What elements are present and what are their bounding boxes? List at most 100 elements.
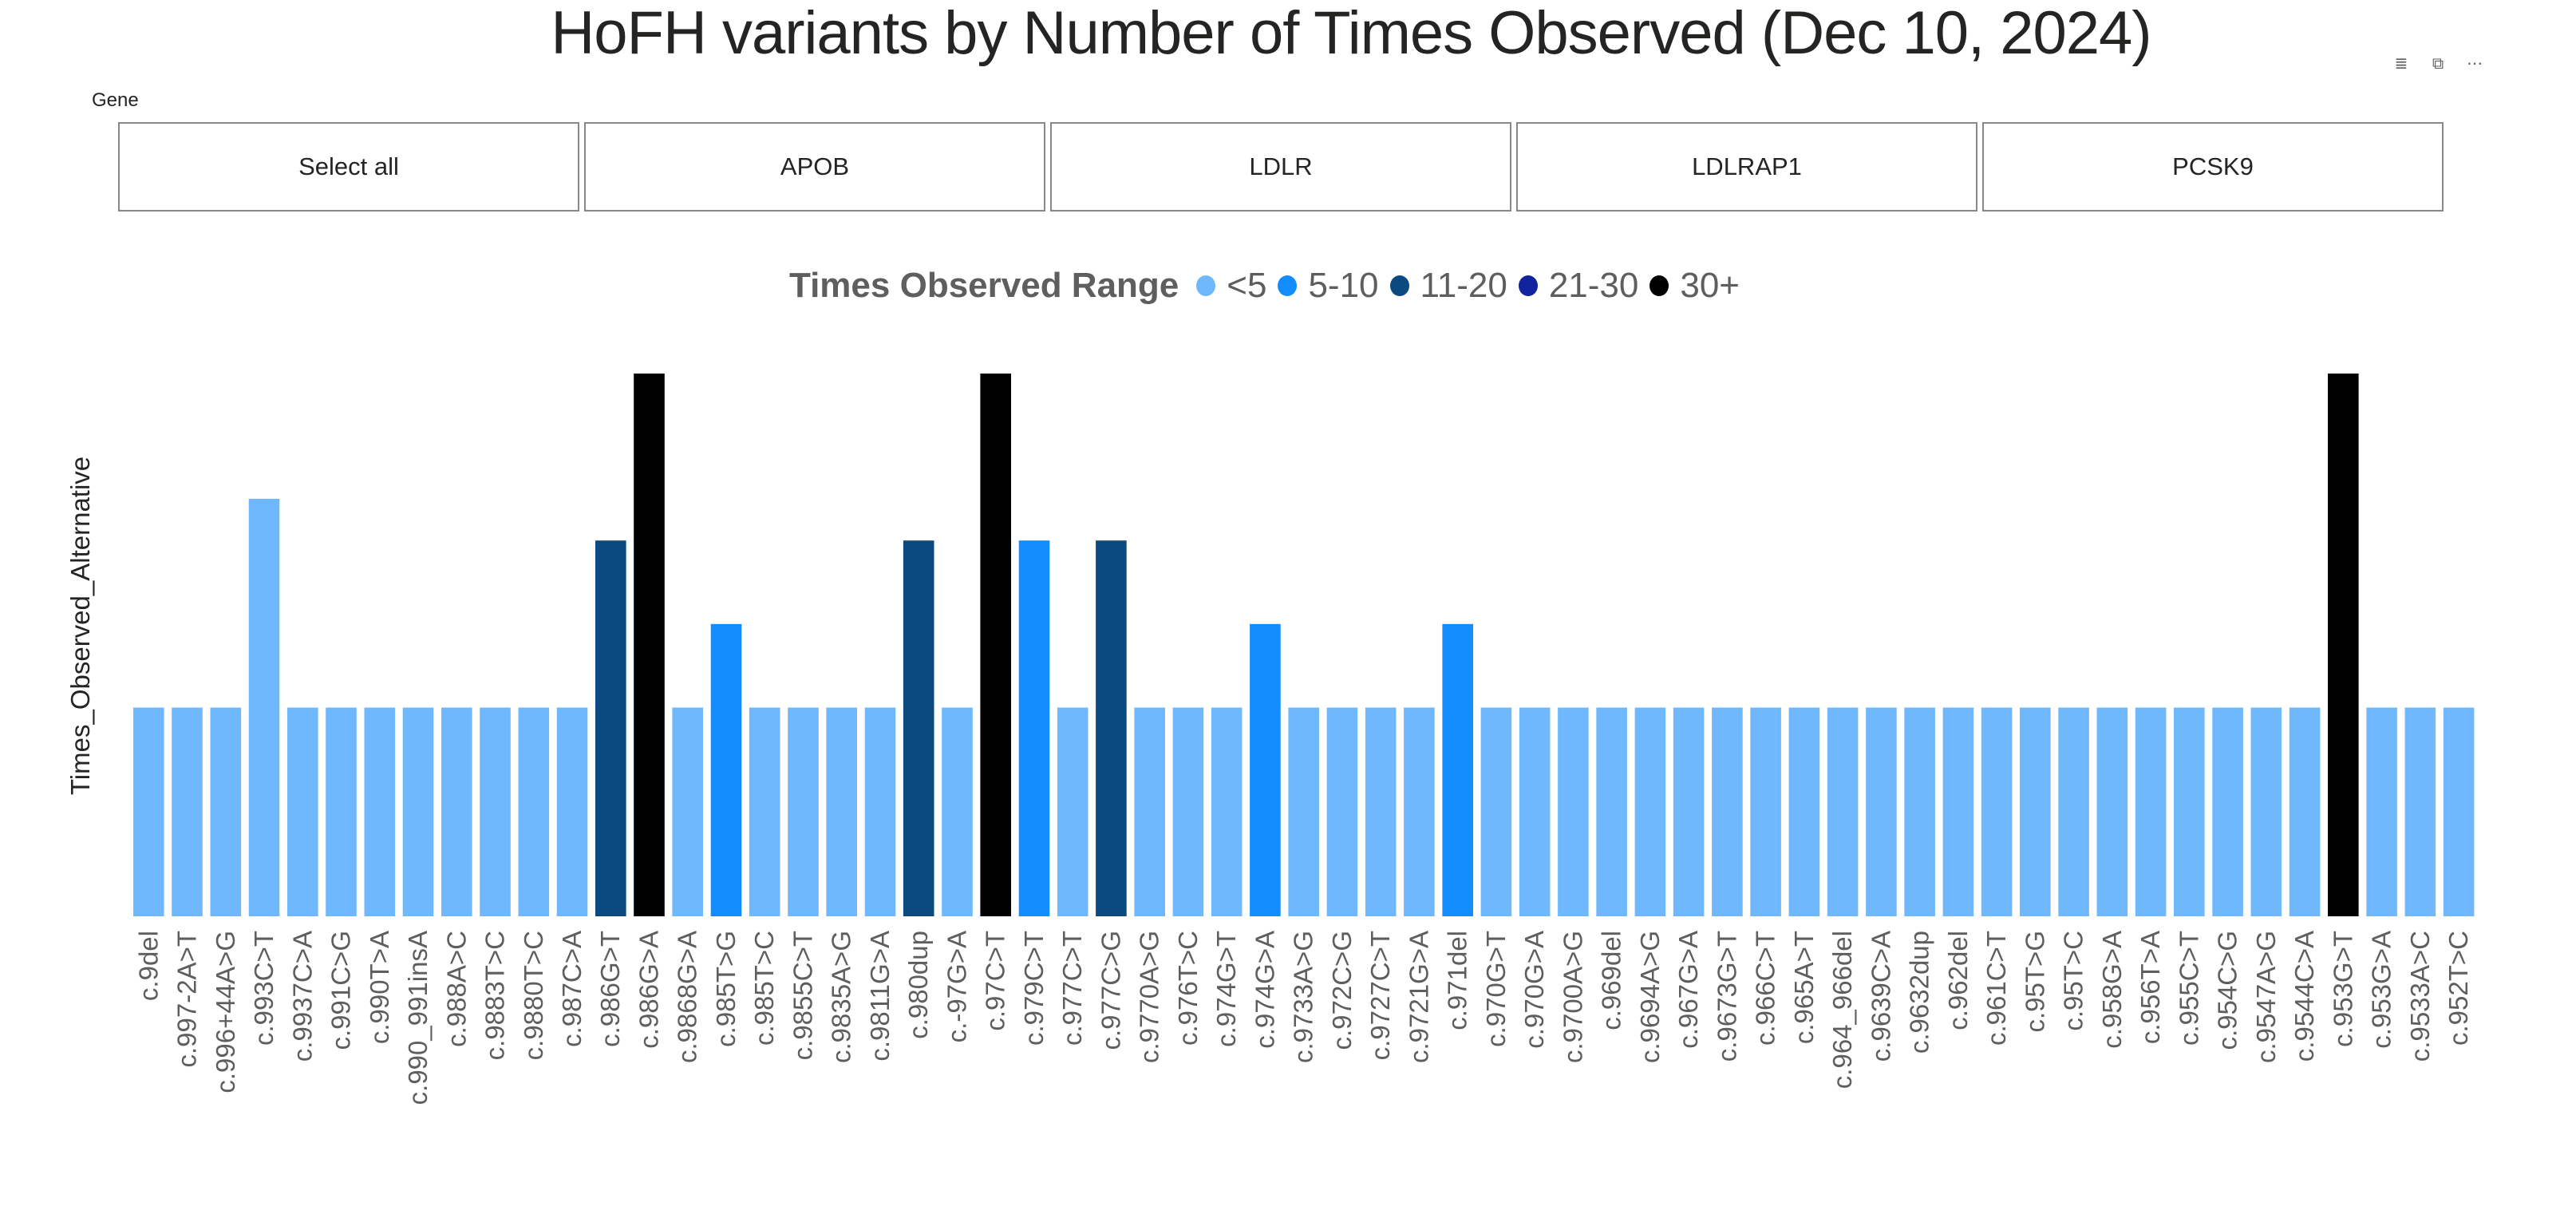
- bar[interactable]: [1288, 707, 1319, 917]
- x-tick-label: c.953G>T: [2328, 931, 2357, 1047]
- bar[interactable]: [2135, 707, 2167, 917]
- bar[interactable]: [1172, 707, 1204, 917]
- x-tick-label: c.993C>T: [249, 931, 279, 1046]
- x-tick-label: c.967G>A: [1673, 931, 1703, 1049]
- x-tick-label: c.9632dup: [1905, 931, 1934, 1054]
- x-tick-label: c.9533A>C: [2405, 931, 2435, 1062]
- bar[interactable]: [2443, 707, 2475, 917]
- bar[interactable]: [518, 707, 550, 917]
- x-tick-label: c.985T>G: [711, 931, 741, 1047]
- bar[interactable]: [942, 707, 973, 917]
- bar[interactable]: [556, 707, 588, 917]
- x-tick-label: c.969del: [1597, 931, 1626, 1030]
- bar[interactable]: [1442, 623, 1473, 916]
- bar[interactable]: [749, 707, 780, 917]
- bar[interactable]: [595, 540, 626, 916]
- bar[interactable]: [1018, 540, 1050, 916]
- bar[interactable]: [133, 707, 164, 917]
- x-tick-label: c.990T>A: [365, 931, 394, 1044]
- bar[interactable]: [634, 374, 665, 916]
- x-tick-label: c.962del: [1943, 931, 1973, 1030]
- bar[interactable]: [788, 707, 819, 917]
- bar[interactable]: [1827, 707, 1859, 917]
- bar[interactable]: [980, 374, 1011, 916]
- bar[interactable]: [1096, 540, 1127, 916]
- bar[interactable]: [480, 707, 511, 917]
- bar[interactable]: [287, 707, 318, 917]
- bar[interactable]: [1480, 707, 1512, 917]
- x-tick-label: c.-97G>A: [942, 931, 972, 1042]
- x-tick-label: c.9544C>A: [2290, 931, 2319, 1062]
- bar[interactable]: [2096, 707, 2128, 917]
- x-tick-label: c.95T>G: [2020, 931, 2049, 1032]
- x-tick-label: c.9694A>G: [1635, 931, 1665, 1063]
- bar[interactable]: [2058, 707, 2089, 917]
- bar[interactable]: [710, 623, 742, 916]
- x-tick-label: c.954C>G: [2213, 931, 2242, 1050]
- x-tick-label: c.9727C>T: [1365, 931, 1395, 1060]
- bar[interactable]: [248, 498, 280, 916]
- x-tick-label: c.977C>T: [1057, 931, 1087, 1046]
- x-tick-label: c.985T>C: [749, 931, 779, 1046]
- x-tick-label: c.971del: [1443, 931, 1472, 1030]
- bar[interactable]: [1866, 707, 1897, 917]
- x-tick-label: c.953G>A: [2367, 931, 2396, 1049]
- bar[interactable]: [826, 707, 857, 917]
- bar[interactable]: [1942, 707, 1974, 917]
- x-tick-label: c.988A>C: [441, 931, 471, 1047]
- x-tick-label: c.955C>T: [2174, 931, 2203, 1046]
- bar[interactable]: [402, 707, 434, 917]
- bar[interactable]: [2366, 707, 2397, 917]
- bar[interactable]: [1211, 707, 1243, 917]
- bar[interactable]: [672, 707, 703, 917]
- x-tick-label: c.974G>T: [1211, 931, 1241, 1047]
- bar[interactable]: [1596, 707, 1627, 917]
- bar[interactable]: [1134, 707, 1165, 917]
- bar[interactable]: [364, 707, 396, 917]
- bar[interactable]: [2328, 374, 2359, 916]
- bar[interactable]: [903, 540, 934, 916]
- x-tick-label: c.9673G>T: [1712, 931, 1741, 1062]
- bar[interactable]: [1057, 707, 1088, 917]
- x-tick-label: c.97C>T: [981, 931, 1010, 1031]
- bar[interactable]: [326, 707, 357, 917]
- bar[interactable]: [864, 707, 896, 917]
- x-tick-label: c.9880T>C: [519, 931, 548, 1060]
- x-tick-label: c.991C>G: [326, 931, 356, 1050]
- x-tick-label: c.996+44A>G: [211, 931, 240, 1093]
- x-tick-label: c.952T>C: [2444, 931, 2473, 1046]
- bar[interactable]: [1981, 707, 2013, 917]
- x-tick-label: c.990_991insA: [403, 931, 433, 1105]
- x-tick-label: c.979C>T: [1019, 931, 1049, 1046]
- x-tick-label: c.9811G>A: [865, 931, 895, 1062]
- bar[interactable]: [1365, 707, 1397, 917]
- bar[interactable]: [1519, 707, 1551, 917]
- x-tick-label: c.9855C>T: [788, 931, 818, 1060]
- bar[interactable]: [1404, 707, 1435, 917]
- x-tick-label: c.9721G>A: [1404, 931, 1433, 1063]
- bar[interactable]: [2289, 707, 2321, 917]
- x-tick-label: c.9883T>C: [480, 931, 510, 1060]
- bar[interactable]: [2174, 707, 2205, 917]
- bar[interactable]: [2020, 707, 2051, 917]
- bar[interactable]: [1326, 707, 1358, 917]
- x-tick-label: c.95T>C: [2059, 931, 2088, 1031]
- x-tick-label: c.966C>T: [1751, 931, 1780, 1046]
- x-axis-ticks: c.9del c.997-2A>T c.996+44A>G c.993C>T c.993…: [133, 931, 2473, 1105]
- bar[interactable]: [1712, 707, 1743, 917]
- bar[interactable]: [1634, 707, 1666, 917]
- bar[interactable]: [1750, 707, 1781, 917]
- bar[interactable]: [1788, 707, 1820, 917]
- bar[interactable]: [1558, 707, 1589, 917]
- bar[interactable]: [441, 707, 472, 917]
- bar[interactable]: [1250, 623, 1281, 916]
- x-tick-label: c.987C>A: [557, 931, 587, 1047]
- bar[interactable]: [210, 707, 242, 917]
- x-tick-label: c.9835A>G: [827, 931, 856, 1063]
- bar[interactable]: [172, 707, 203, 917]
- bar[interactable]: [1904, 707, 1935, 917]
- bar[interactable]: [2404, 707, 2436, 917]
- bar[interactable]: [2212, 707, 2243, 917]
- bar[interactable]: [2250, 707, 2282, 917]
- bar[interactable]: [1673, 707, 1705, 917]
